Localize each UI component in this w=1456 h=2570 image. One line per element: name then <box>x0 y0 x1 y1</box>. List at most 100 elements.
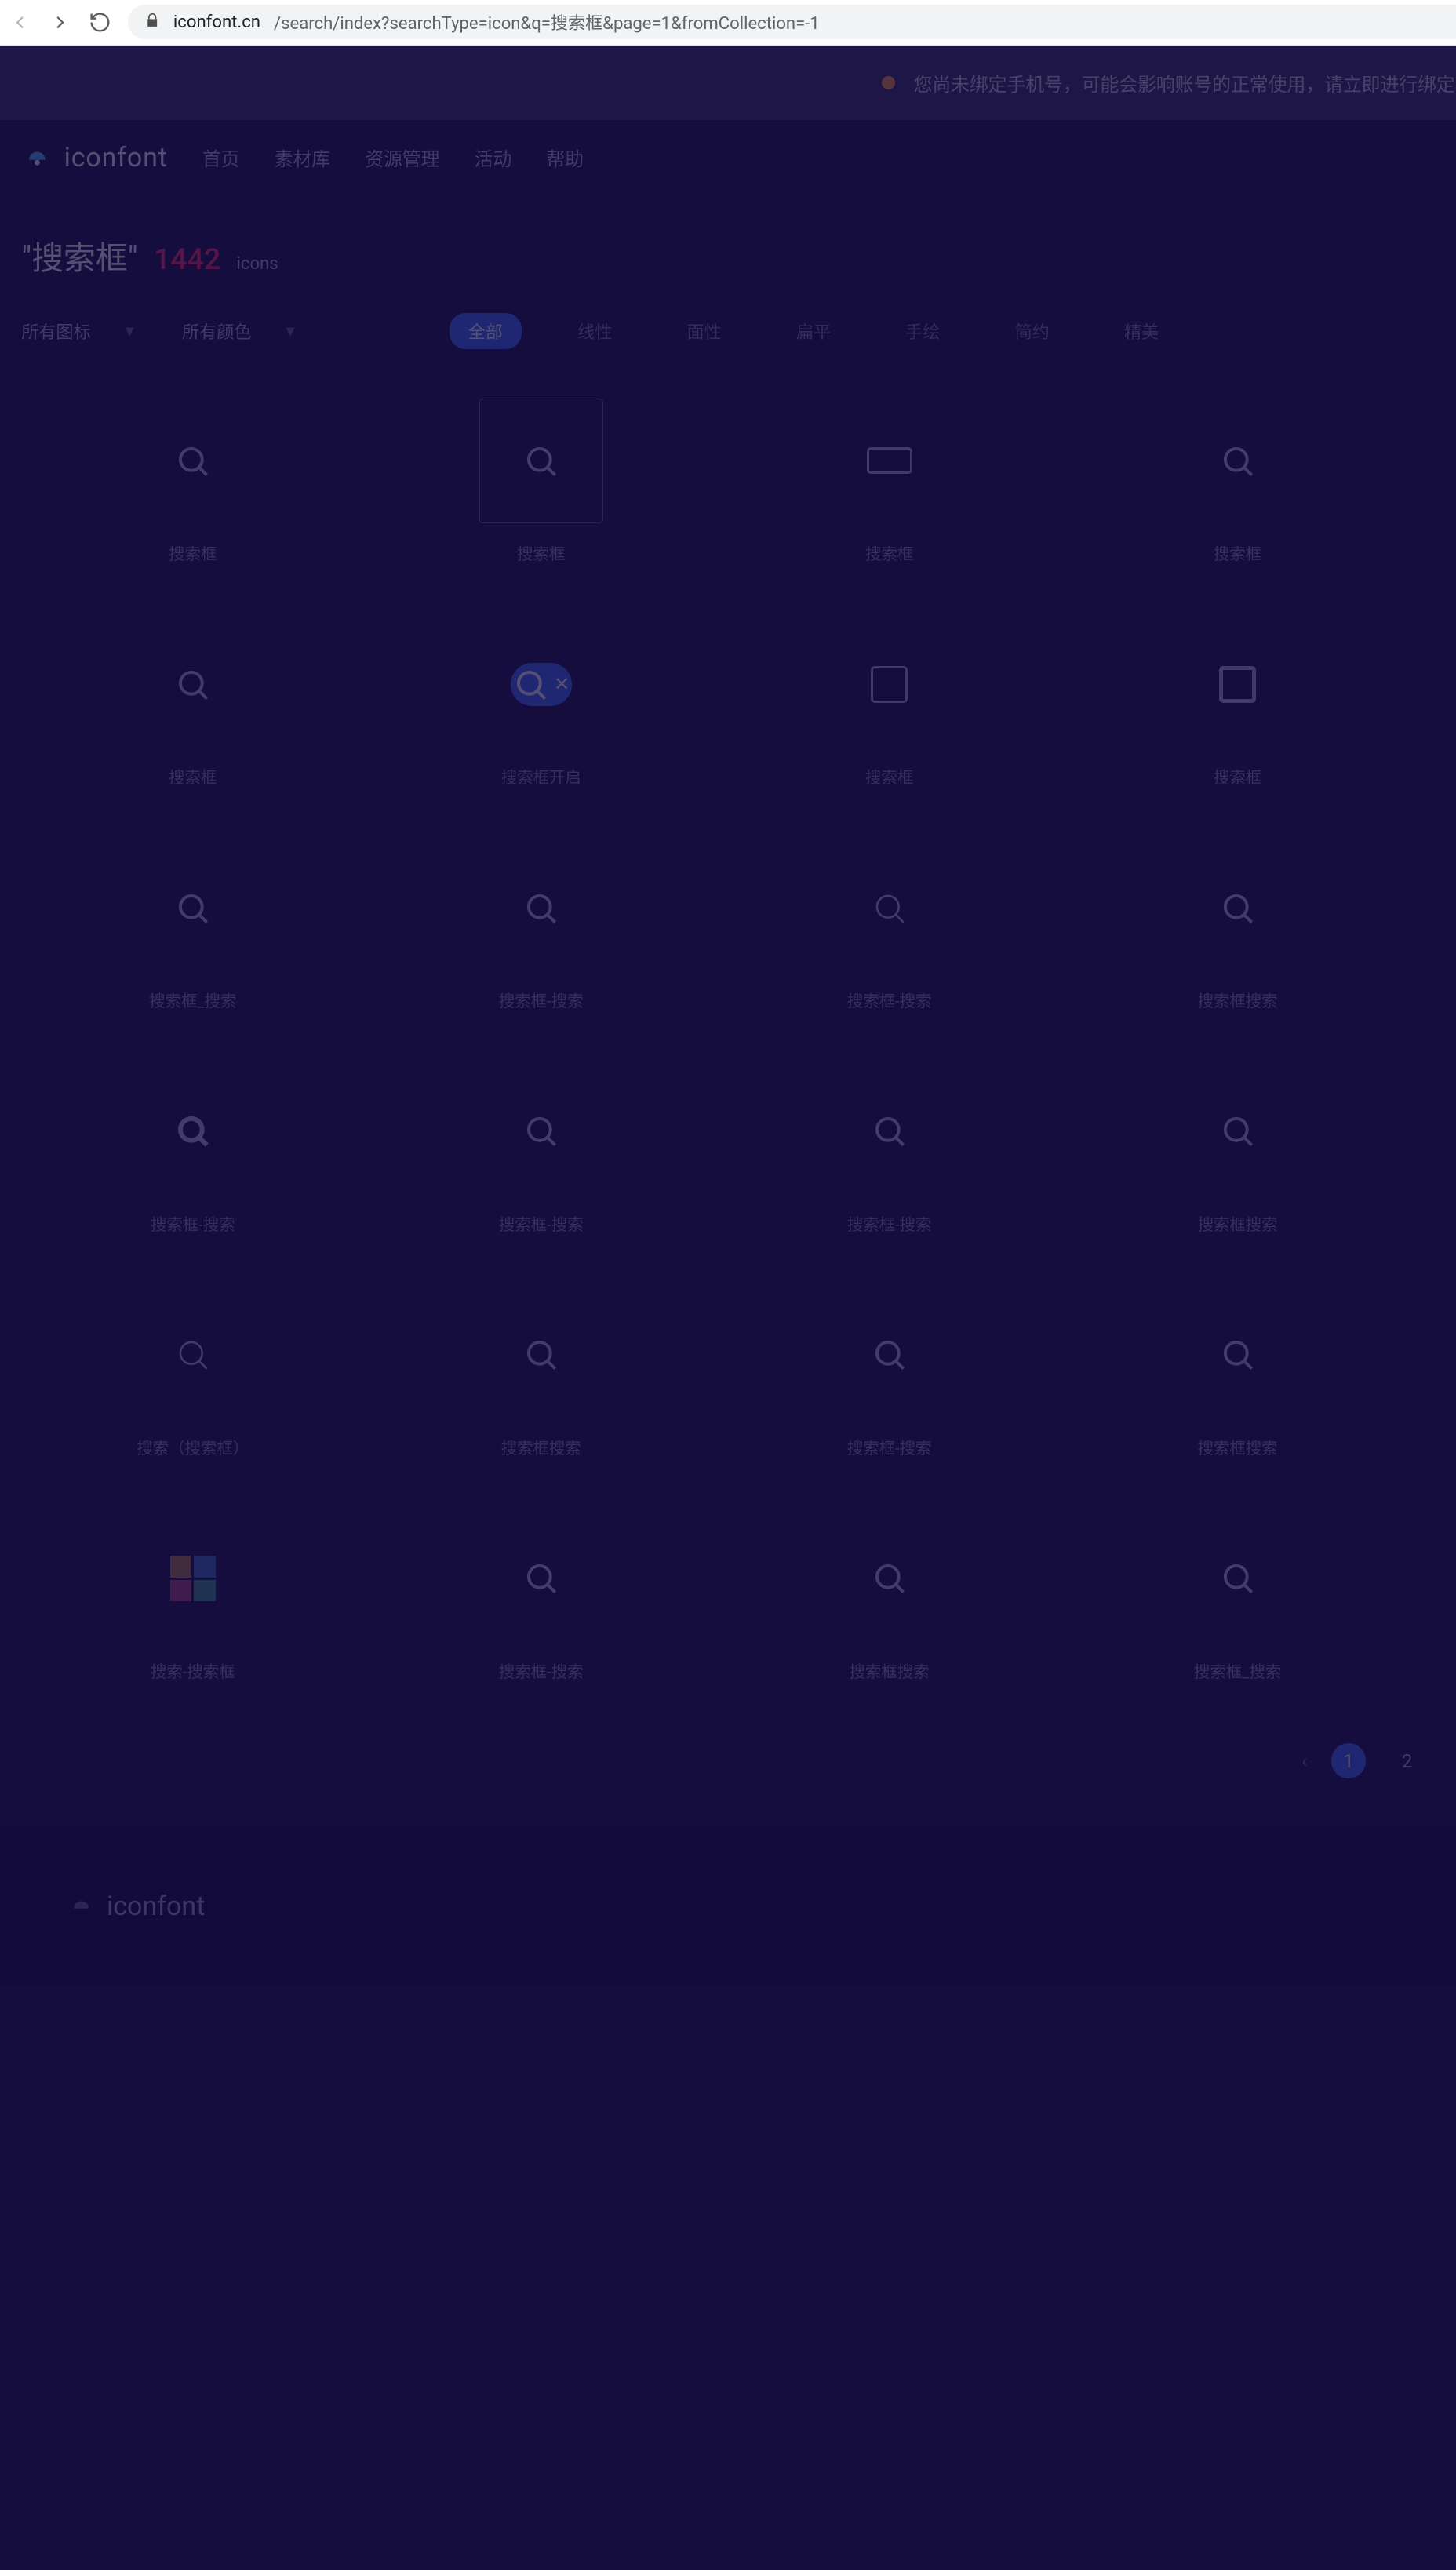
icon-label: 搜索框-搜索 <box>151 1211 235 1235</box>
icon-cell[interactable]: 搜索框搜索 <box>1064 1294 1412 1458</box>
url-path: /search/index?searchType=icon&q=搜索框&page… <box>274 9 820 35</box>
icon-cell[interactable]: 搜索框 <box>715 399 1064 564</box>
icon-preview <box>132 623 254 745</box>
filter-all-colors[interactable]: 所有颜色 ▾ <box>182 319 295 344</box>
banner-text: 您尚未绑定手机号，可能会影响账号的正常使用，请立即进行绑定！ <box>914 69 1456 96</box>
style-tab[interactable]: 全部 <box>450 313 522 349</box>
icon-preview <box>480 1294 602 1416</box>
icon-cell[interactable]: 搜索框-搜索 <box>1412 1517 1456 1682</box>
pagination: ‹ 12345 <box>0 1709 1456 1791</box>
icon-cell[interactable]: 搜索框 <box>1064 623 1412 788</box>
browser-toolbar: iconfont.cn/search/index?searchType=icon… <box>0 0 1456 46</box>
icon-cell[interactable]: 搜索框搜索 <box>715 1517 1064 1682</box>
icon-label: 搜索框_搜索 <box>149 988 236 1011</box>
icon-label: 搜索框搜索 <box>850 1658 930 1682</box>
site-header: iconfont 首页 素材库 资源管理 活动 帮助 简体 ▾ 搜索 <box>0 120 1456 195</box>
footer-logo[interactable]: iconfont <box>67 1891 205 1922</box>
icon-label: 搜索框-搜索 <box>499 1658 584 1682</box>
icon-cell[interactable]: 搜索框 <box>19 623 367 788</box>
page-prev[interactable]: ‹ <box>1301 1750 1307 1772</box>
url-host: iconfont.cn <box>173 12 260 32</box>
style-tab[interactable]: 简约 <box>996 313 1068 349</box>
nav-home[interactable]: 首页 <box>202 144 240 171</box>
icon-cell[interactable]: 搜索框 <box>367 399 715 564</box>
style-tab[interactable]: 精美 <box>1105 313 1178 349</box>
site-logo[interactable]: iconfont <box>21 141 168 173</box>
page-number[interactable]: 2 <box>1390 1743 1425 1778</box>
icon-preview <box>132 1070 254 1192</box>
page-number[interactable]: 1 <box>1331 1743 1366 1778</box>
icon-preview <box>132 1517 254 1640</box>
icon-cell[interactable]: 搜索框-搜索 <box>367 1517 715 1682</box>
icon-label: 搜索框搜索 <box>1198 1435 1278 1458</box>
icon-label: 搜索-搜索框 <box>151 1658 235 1682</box>
nav-links: 首页 素材库 资源管理 活动 帮助 <box>202 144 584 171</box>
icon-preview <box>480 399 602 522</box>
icon-cell[interactable]: ✕搜索框开启 <box>367 623 715 788</box>
icon-cell[interactable]: 搜索-搜索框 <box>19 1517 367 1682</box>
icon-label: 搜索框-搜索 <box>499 1211 584 1235</box>
icon-label: 搜索框-搜索 <box>847 988 932 1011</box>
icon-preview <box>828 623 950 745</box>
icon-preview <box>828 1517 950 1640</box>
icon-preview <box>480 846 602 969</box>
icon-label: 搜索框-搜索 <box>847 1211 932 1235</box>
icon-grid: 搜索框搜索框搜索框搜索框搜索框m-搜索框搜索框删除搜索框✕搜索框开启搜索框搜索框… <box>0 359 1456 1709</box>
chevron-down-icon: ▾ <box>126 321 134 341</box>
icon-cell[interactable]: 搜索框-搜索 <box>367 1070 715 1235</box>
icon-preview <box>1176 846 1298 969</box>
icon-label: 搜索框 <box>169 764 217 788</box>
icon-cell[interactable]: 搜索框搜索 <box>1412 1070 1456 1235</box>
icon-preview <box>828 399 950 522</box>
logo-text: iconfont <box>64 142 168 173</box>
icon-cell[interactable]: 搜索框_搜索 <box>1412 1294 1456 1458</box>
style-tab[interactable]: 线性 <box>559 313 631 349</box>
search-result-header: "搜索框" 1442 icons <box>0 195 1456 297</box>
address-bar[interactable]: iconfont.cn/search/index?searchType=icon… <box>128 5 1456 39</box>
icon-preview <box>828 846 950 969</box>
icon-cell[interactable]: 搜索（搜索框） <box>19 1294 367 1458</box>
icon-label: 搜索框开启 <box>501 764 581 788</box>
icon-label: 搜索框-搜索 <box>499 988 584 1011</box>
icon-label: 搜索（搜索框） <box>136 1435 249 1458</box>
icon-cell[interactable]: 搜索框搜索 <box>1064 1070 1412 1235</box>
icon-preview <box>828 1294 950 1416</box>
icon-preview <box>1176 1517 1298 1640</box>
icon-cell[interactable]: 搜索框-搜索 <box>1412 846 1456 1011</box>
reload-button[interactable] <box>88 10 112 35</box>
nav-help[interactable]: 帮助 <box>546 144 584 171</box>
icon-preview <box>480 1517 602 1640</box>
icon-cell[interactable]: 搜索框-搜索 <box>715 1070 1064 1235</box>
icon-cell[interactable]: 搜索框 <box>1064 399 1412 564</box>
icon-label: 搜索框搜索 <box>1198 1211 1278 1235</box>
forward-button[interactable] <box>48 10 72 35</box>
nav-manage[interactable]: 资源管理 <box>365 144 439 171</box>
chevron-down-icon: ▾ <box>286 321 295 341</box>
icon-cell[interactable]: 搜索框 <box>1412 399 1456 564</box>
style-tab[interactable]: 扁平 <box>777 313 850 349</box>
nav-library[interactable]: 素材库 <box>275 144 330 171</box>
page-number[interactable]: 3 <box>1448 1743 1456 1778</box>
icon-label: 搜索框 <box>1214 764 1261 788</box>
style-tab[interactable]: 手绘 <box>886 313 959 349</box>
footer-logo-text: iconfont <box>107 1891 205 1922</box>
warning-dot-icon <box>882 76 895 89</box>
icon-cell[interactable]: 搜索框 <box>715 623 1064 788</box>
icon-label: 搜索框 <box>865 541 913 564</box>
nav-activity[interactable]: 活动 <box>475 144 512 171</box>
icon-cell[interactable]: 搜索框搜索 <box>1064 846 1412 1011</box>
icon-cell[interactable]: 搜索框 <box>19 399 367 564</box>
filter-all-icons[interactable]: 所有图标 ▾ <box>21 319 134 344</box>
icon-cell[interactable]: 搜索框-搜索 <box>715 1294 1064 1458</box>
icon-cell[interactable]: 搜索框-搜索 <box>367 846 715 1011</box>
icon-cell[interactable]: 搜索框-搜索 <box>715 846 1064 1011</box>
style-tab[interactable]: 面性 <box>668 313 741 349</box>
icon-label: 搜索框搜索 <box>1198 988 1278 1011</box>
icon-cell[interactable]: 搜索框搜索 <box>367 1294 715 1458</box>
icon-cell[interactable]: 搜索框_搜索 <box>19 846 367 1011</box>
icon-cell[interactable]: 搜索框_搜索 <box>1064 1517 1412 1682</box>
icon-preview <box>828 1070 950 1192</box>
back-button[interactable] <box>8 10 32 35</box>
icon-cell[interactable]: 搜索框 <box>1412 623 1456 788</box>
icon-cell[interactable]: 搜索框-搜索 <box>19 1070 367 1235</box>
